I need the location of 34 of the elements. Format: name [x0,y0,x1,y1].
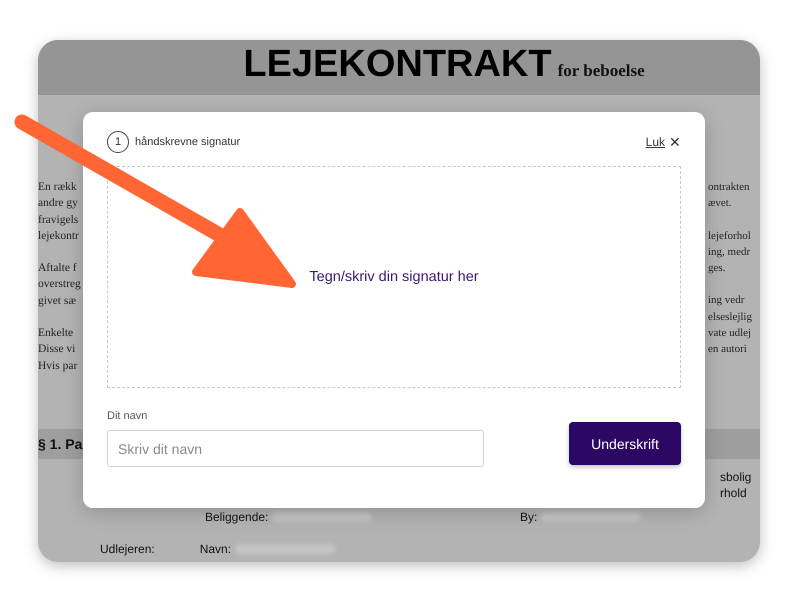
field-label: Beliggende: [205,509,268,525]
document-text: elseslejlig [708,310,753,325]
section-heading: § 1. Pa [38,436,82,452]
document-text: ontrakten [708,180,751,195]
document-text: ges. [708,261,726,276]
field-label: Udlejeren: [100,541,155,557]
document-text: lejekontr [38,228,80,244]
document-text: Hvis par [38,358,78,374]
field-label: Navn: [200,541,232,557]
document-text: overstreg [38,277,82,292]
document-text: vate udlej [708,326,752,342]
document-text: en autori [708,342,748,358]
document-text: Enkelte [38,326,74,342]
document-text: andre gy [38,196,79,212]
field-label: By: [520,509,538,525]
close-button[interactable]: Luk ✕ [646,134,681,150]
document-text: rhold [720,485,748,501]
document-text: givet sæ [38,294,78,309]
dialog-title: håndskrevne signatur [135,136,242,148]
document-text: sbolig [720,469,752,485]
document-text: ævet. [708,196,733,212]
document-text: Aftalte f [38,261,78,276]
name-label: Dit navn [107,410,148,422]
step-number: 1 [107,131,129,153]
name-input[interactable]: Skriv dit navn [107,430,484,467]
sign-button[interactable]: Underskrift [569,422,681,465]
document-text: lejeforhol [708,228,752,244]
document-text: fravigels [38,212,80,228]
document-text: En rækk [38,180,78,195]
document-title: LEJEKONTRAKT [243,42,552,87]
document-text: ing, medr [708,244,752,260]
document-subtitle: for beboelse [558,61,645,81]
document-text: ing vedr [708,293,746,308]
document-text: Disse vi [38,342,76,358]
